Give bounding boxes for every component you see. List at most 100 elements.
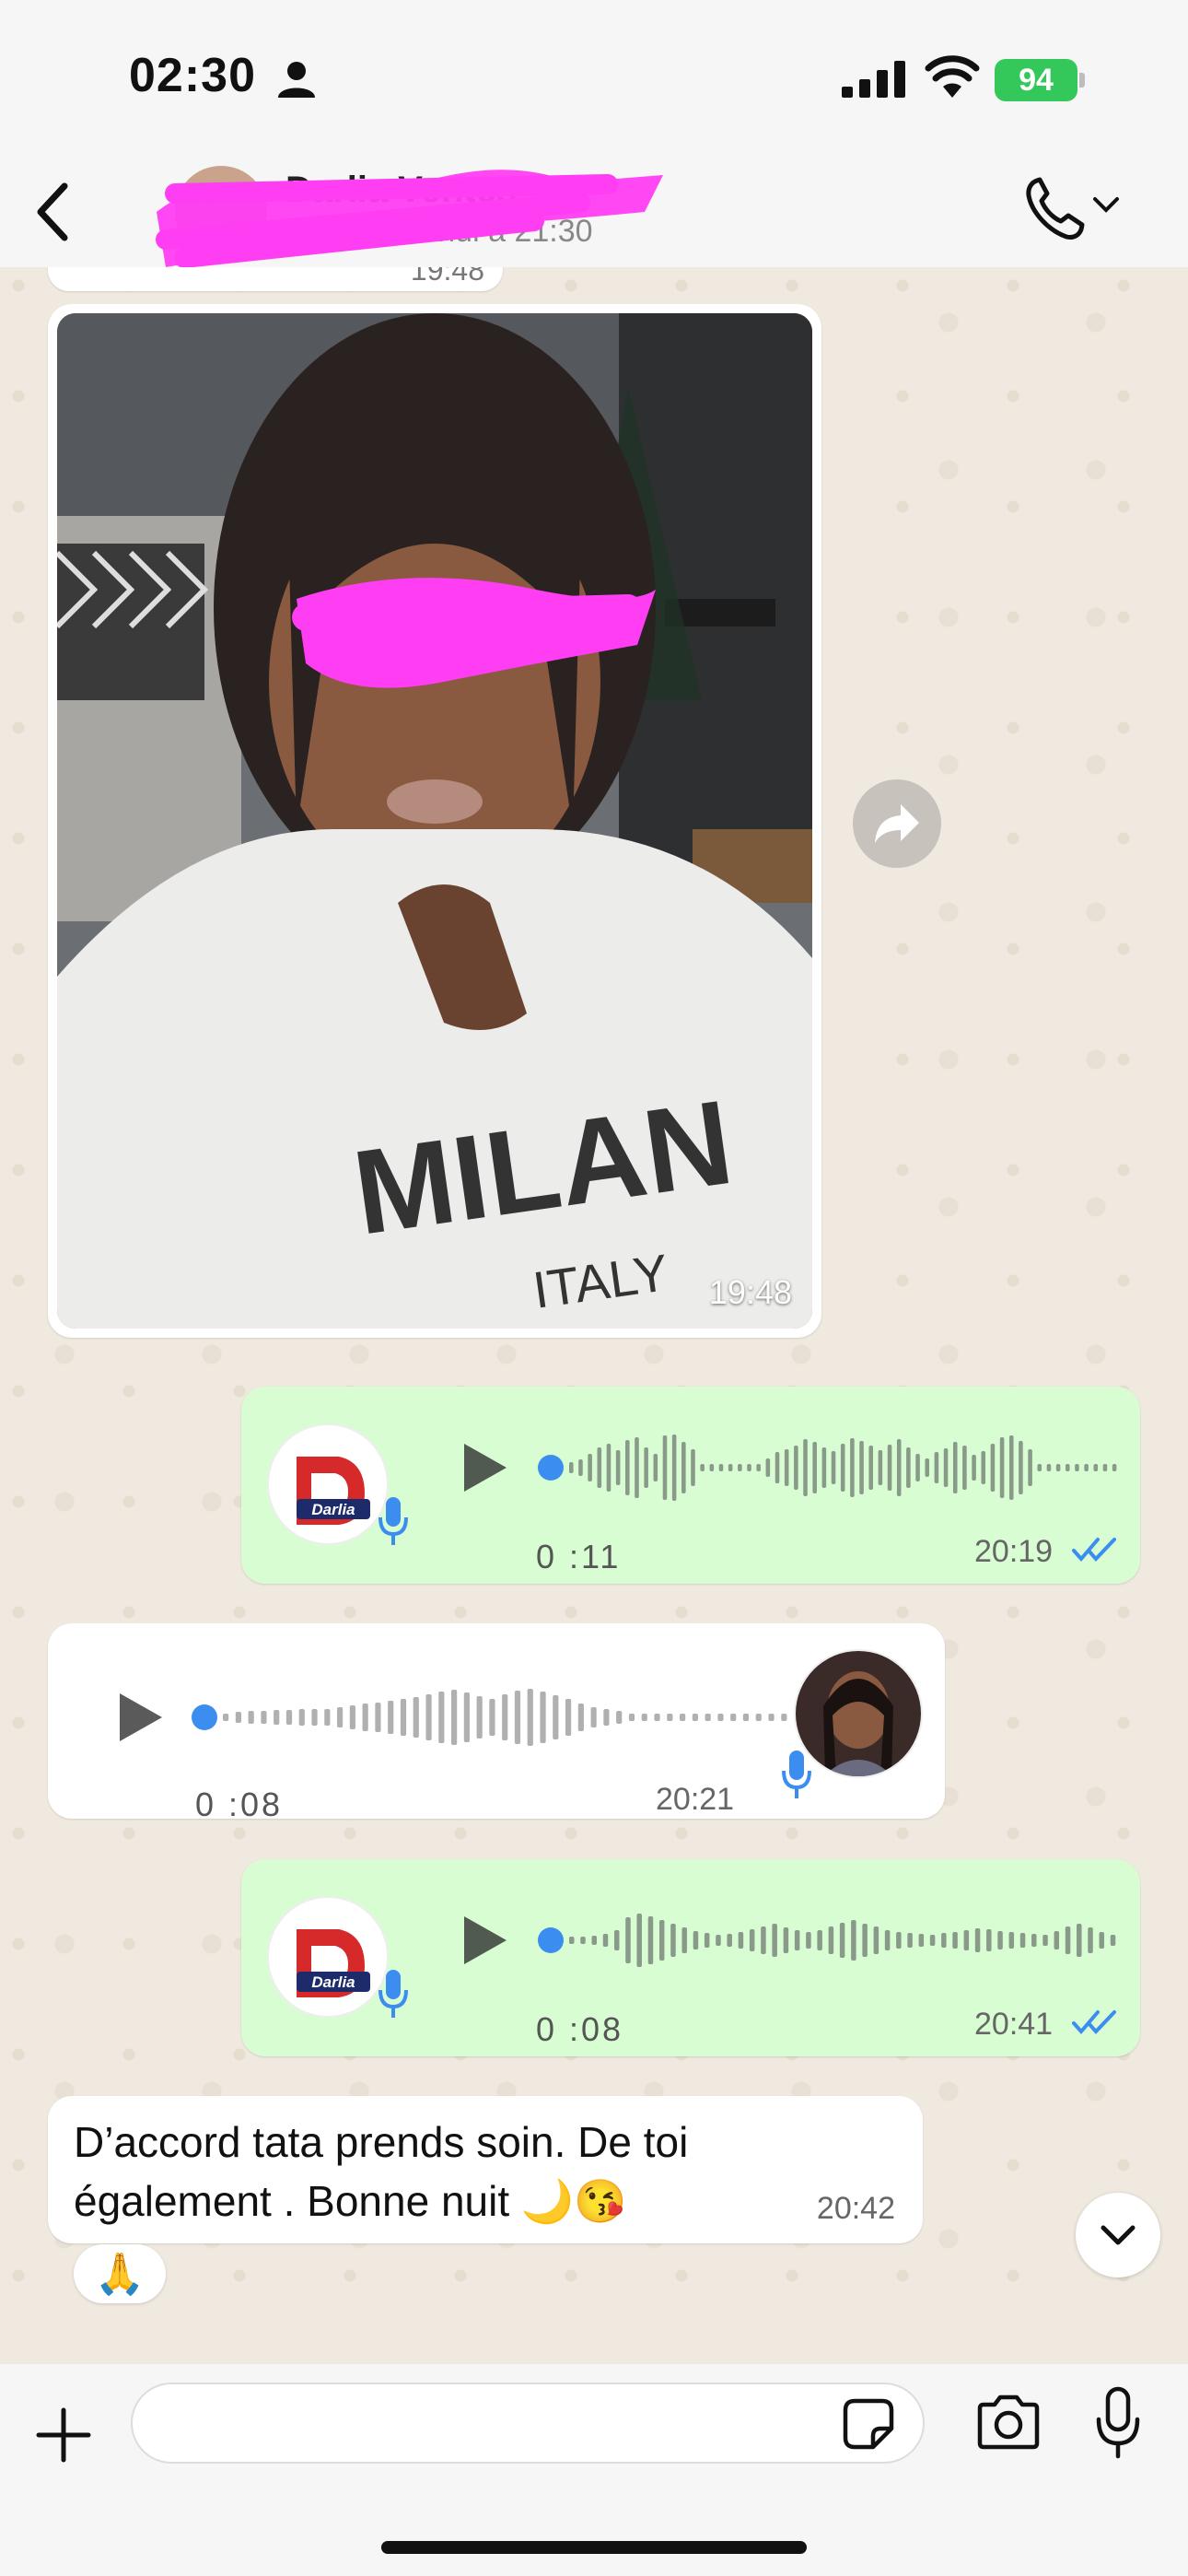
- voice-message-bubble[interactable]: Darlia 0 :08 20:41: [241, 1859, 1140, 2056]
- waveform-bar: [887, 1445, 892, 1491]
- waveform-bar: [635, 1437, 639, 1498]
- waveform-bar: [362, 1704, 368, 1731]
- forward-button[interactable]: [853, 779, 941, 868]
- mic-badge-icon: [379, 1970, 408, 2018]
- waveform-bar: [591, 1936, 597, 1945]
- waveform-bar: [298, 1709, 305, 1726]
- photo-image[interactable]: MILAN ITALY 19:48: [57, 313, 812, 1329]
- home-indicator: [381, 2541, 807, 2554]
- play-icon[interactable]: [455, 1440, 510, 1495]
- previous-message-bubble[interactable]: 19:48: [48, 267, 503, 291]
- waveform-bar: [775, 1452, 780, 1483]
- photo-message-bubble[interactable]: MILAN ITALY 19:48: [48, 304, 821, 1338]
- voice-duration: 0 :08: [195, 1786, 284, 1823]
- microphone-icon[interactable]: [1094, 2386, 1142, 2460]
- waveform-bar: [693, 1931, 699, 1950]
- play-icon[interactable]: [455, 1913, 510, 1968]
- chevron-down-icon: [1101, 2225, 1136, 2245]
- redaction-scribble: [156, 170, 663, 268]
- waveform-bar: [781, 1714, 787, 1721]
- battery-level: 94: [1019, 62, 1054, 98]
- waveform-bar: [628, 1714, 635, 1721]
- waveform-bar: [962, 1446, 967, 1490]
- waveform-bar: [986, 1929, 992, 1951]
- darlia-logo-text: Darlia: [311, 1501, 355, 1518]
- waveform-bar: [974, 1928, 981, 1952]
- waveform-bar: [755, 1714, 762, 1721]
- photo-illustration: MILAN ITALY: [57, 313, 812, 1329]
- waveform-bar: [812, 1442, 817, 1493]
- waveform-bar: [704, 1933, 710, 1948]
- message-input[interactable]: [131, 2383, 925, 2464]
- waveform-bar: [274, 1710, 280, 1725]
- waveform[interactable]: [538, 1905, 1118, 1975]
- waveform-bar: [952, 1442, 958, 1493]
- waveform-bar: [235, 1712, 241, 1723]
- waveform-bar: [577, 1704, 584, 1731]
- waveform-bar: [625, 1440, 630, 1495]
- playhead-dot[interactable]: [192, 1704, 217, 1730]
- waveform-bar: [1037, 1464, 1042, 1471]
- plus-icon[interactable]: [35, 2406, 92, 2464]
- voice-message-bubble[interactable]: 0 :08 20:21: [48, 1623, 945, 1823]
- waveform-bar: [662, 1435, 668, 1500]
- scroll-to-bottom-button[interactable]: [1076, 2193, 1160, 2277]
- waveform-bar: [765, 1458, 771, 1477]
- message-text-line: également . Bonne nuit 🌙😘: [74, 2177, 627, 2225]
- waveform-bar: [597, 1447, 602, 1488]
- chat-area[interactable]: 19:48 MILAN ITALY 19:48 Darlia 0:11 20:…: [0, 267, 1188, 2364]
- waveform-bar: [1042, 1935, 1048, 1946]
- playhead-dot[interactable]: [538, 1927, 564, 1953]
- waveform[interactable]: [192, 1682, 790, 1752]
- phone-icon[interactable]: [1024, 177, 1085, 241]
- message-text[interactable]: D’accord tata prends soin. De toi égalem…: [74, 2113, 810, 2231]
- waveform-bar: [772, 1924, 777, 1957]
- waveform-bar: [540, 1692, 546, 1743]
- waveform-bar: [502, 1694, 508, 1740]
- playhead-dot[interactable]: [538, 1455, 564, 1481]
- message-time: 20:41: [974, 2007, 1054, 2042]
- waveform-bar: [569, 1937, 575, 1944]
- voice-message-bubble[interactable]: Darlia 0 :11 20:19: [241, 1387, 1140, 1584]
- play-icon[interactable]: [111, 1690, 166, 1745]
- waveform-bar: [806, 1932, 811, 1949]
- status-bar: 02:30 94: [0, 0, 1188, 157]
- waveform-bar: [425, 1694, 432, 1740]
- waveform-bar: [285, 1710, 293, 1725]
- chevron-down-icon[interactable]: [1092, 195, 1120, 214]
- waveform-bar: [451, 1690, 458, 1745]
- waveform-bar: [1019, 1441, 1023, 1494]
- sticker-icon[interactable]: [842, 2397, 895, 2451]
- waveform-bar: [489, 1699, 495, 1736]
- waveform-bar: [840, 1444, 845, 1492]
- waveform-bar: [728, 1464, 733, 1471]
- waveform-bar: [999, 1437, 1005, 1498]
- message-time: 19:48: [410, 267, 484, 287]
- waveform-bar: [727, 1934, 732, 1947]
- waveform-bar: [692, 1714, 698, 1721]
- waveform-bar: [223, 1714, 229, 1721]
- waveform-bar: [553, 1695, 559, 1739]
- waveform-bar: [972, 1455, 976, 1481]
- reaction-badge[interactable]: 🙏: [74, 2244, 166, 2303]
- waveform-bar: [588, 1454, 592, 1481]
- waveform-bar: [747, 1464, 751, 1471]
- waveform-bar: [311, 1709, 318, 1726]
- waveform-bar: [850, 1438, 855, 1497]
- waveform-bar: [794, 1930, 800, 1950]
- text-message-bubble[interactable]: D’accord tata prends soin. De toi égalem…: [48, 2096, 923, 2243]
- waveform-bar: [1028, 1449, 1032, 1486]
- waveform[interactable]: [538, 1433, 1118, 1503]
- camera-icon[interactable]: [974, 2394, 1042, 2451]
- darlia-logo-text: Darlia: [311, 1973, 355, 1991]
- waveform-bar: [653, 1454, 658, 1481]
- waveform-bar: [1084, 1464, 1089, 1471]
- back-chevron-icon[interactable]: [33, 182, 70, 241]
- waveform-bar: [324, 1709, 331, 1726]
- waveform-bar: [803, 1439, 808, 1496]
- status-time: 02:30: [129, 49, 256, 102]
- waveform-bar: [738, 1932, 744, 1949]
- battery-nub: [1079, 73, 1085, 88]
- forward-icon: [875, 804, 919, 843]
- waveform-bar: [641, 1714, 647, 1721]
